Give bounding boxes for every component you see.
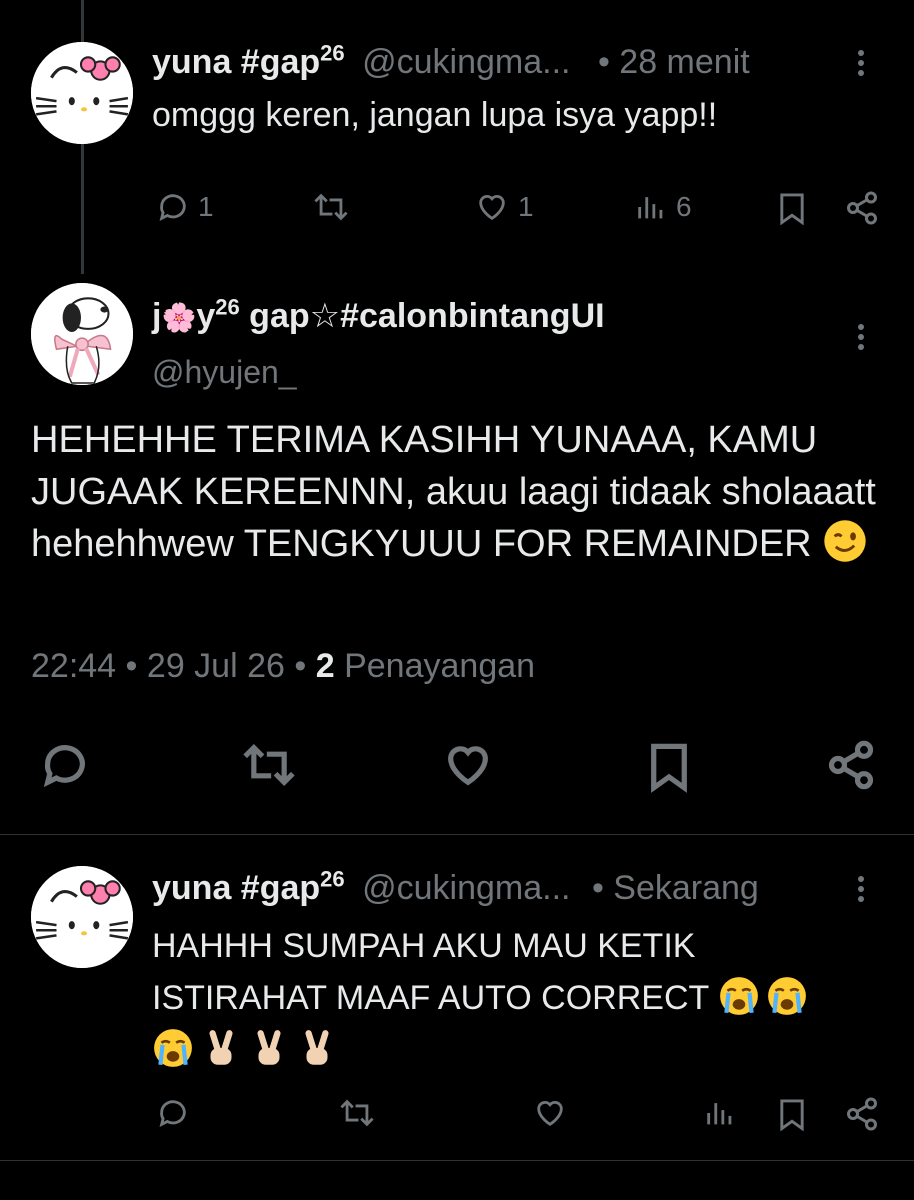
bookmark-icon bbox=[651, 743, 687, 793]
reply-button[interactable]: 1 bbox=[156, 190, 214, 224]
like-button[interactable] bbox=[441, 739, 495, 791]
reply-icon bbox=[43, 745, 85, 788]
repost-button[interactable] bbox=[312, 190, 350, 224]
thread-line bbox=[81, 0, 84, 42]
author-line: yuna #gap26 @cukingma... • 28 menit bbox=[152, 42, 750, 82]
divider bbox=[0, 1160, 914, 1161]
repost-button[interactable] bbox=[338, 1096, 376, 1130]
timestamp[interactable]: • 28 menit bbox=[598, 43, 750, 81]
views-icon bbox=[707, 1103, 732, 1125]
thread-line bbox=[81, 140, 84, 274]
timestamp[interactable]: • Sekarang bbox=[592, 869, 759, 907]
display-name[interactable]: j🌸y26 gap☆#calonbintangUI bbox=[152, 296, 605, 335]
handle[interactable]: @cukingma... bbox=[362, 43, 570, 81]
like-button[interactable]: 1 bbox=[474, 190, 534, 224]
views-label: Penayangan bbox=[344, 647, 536, 685]
tweet-text: omggg keren, jangan lupa isya yapp!! bbox=[152, 96, 718, 134]
avatar[interactable] bbox=[31, 283, 133, 385]
repost-icon bbox=[340, 1099, 374, 1127]
loudly-crying-face-emoji bbox=[152, 1027, 194, 1069]
winking-face-emoji bbox=[822, 518, 868, 564]
repost-button[interactable] bbox=[240, 739, 298, 791]
like-count: 1 bbox=[518, 191, 534, 222]
loudly-crying-face-emoji bbox=[766, 975, 808, 1017]
author-line[interactable]: j🌸y26 gap☆#calonbintangUI bbox=[152, 296, 605, 338]
like-button[interactable] bbox=[532, 1096, 568, 1130]
share-icon bbox=[847, 191, 877, 225]
heart-icon bbox=[479, 195, 505, 221]
victory-hand-emoji bbox=[248, 1027, 290, 1069]
repost-icon bbox=[243, 743, 295, 787]
share-button[interactable] bbox=[844, 1096, 880, 1132]
time[interactable]: 22:44 bbox=[31, 647, 116, 685]
views-button[interactable]: 6 bbox=[634, 190, 692, 224]
more-vertical-icon[interactable] bbox=[858, 46, 864, 80]
bookmark-button[interactable] bbox=[645, 739, 693, 793]
victory-hand-emoji bbox=[200, 1027, 242, 1069]
reply-icon bbox=[159, 194, 186, 221]
bookmark-icon bbox=[780, 193, 804, 226]
more-vertical-icon[interactable] bbox=[858, 872, 864, 906]
views-count: 6 bbox=[676, 191, 692, 222]
author-line: yuna #gap26 @cukingma... • Sekarang bbox=[152, 868, 759, 908]
bookmark-button[interactable] bbox=[776, 190, 808, 226]
share-button[interactable] bbox=[825, 739, 877, 791]
avatar[interactable] bbox=[31, 42, 133, 144]
tweet-text: HEHEHHE TERIMA KASIHH YUNAAA, KAMU JUGAA… bbox=[31, 419, 876, 565]
reply-button[interactable] bbox=[156, 1096, 190, 1130]
separator: • bbox=[294, 647, 316, 685]
share-icon bbox=[847, 1097, 877, 1131]
victory-hand-emoji bbox=[296, 1027, 338, 1069]
reply-icon bbox=[159, 1100, 186, 1127]
avatar[interactable] bbox=[31, 866, 133, 968]
repost-icon bbox=[314, 193, 348, 221]
date[interactable]: 29 Jul 26 bbox=[147, 647, 285, 685]
reply-button[interactable] bbox=[39, 739, 91, 791]
views-icon bbox=[638, 197, 663, 219]
timestamp-line: 22:44 • 29 Jul 26 • 2 Penayangan bbox=[31, 646, 535, 686]
reply-count: 1 bbox=[198, 191, 214, 222]
handle[interactable]: @cukingma... bbox=[362, 869, 570, 907]
more-vertical-icon[interactable] bbox=[858, 320, 864, 354]
heart-icon bbox=[448, 746, 488, 786]
handle[interactable]: @hyujen_ bbox=[152, 352, 297, 392]
share-button[interactable] bbox=[844, 190, 880, 226]
views-button[interactable] bbox=[703, 1096, 737, 1130]
separator: • bbox=[125, 647, 147, 685]
bookmark-button[interactable] bbox=[776, 1096, 808, 1132]
bookmark-icon bbox=[780, 1099, 804, 1132]
heart-icon bbox=[537, 1101, 563, 1127]
views-count: 2 bbox=[315, 647, 335, 685]
display-name[interactable]: yuna #gap26 bbox=[152, 868, 345, 907]
tweet-text: HAHHH SUMPAH AKU MAU KETIK ISTIRAHAT MAA… bbox=[152, 920, 892, 1076]
display-name[interactable]: yuna #gap26 bbox=[152, 42, 345, 81]
loudly-crying-face-emoji bbox=[718, 975, 760, 1017]
divider bbox=[0, 834, 914, 835]
share-icon bbox=[828, 740, 874, 790]
